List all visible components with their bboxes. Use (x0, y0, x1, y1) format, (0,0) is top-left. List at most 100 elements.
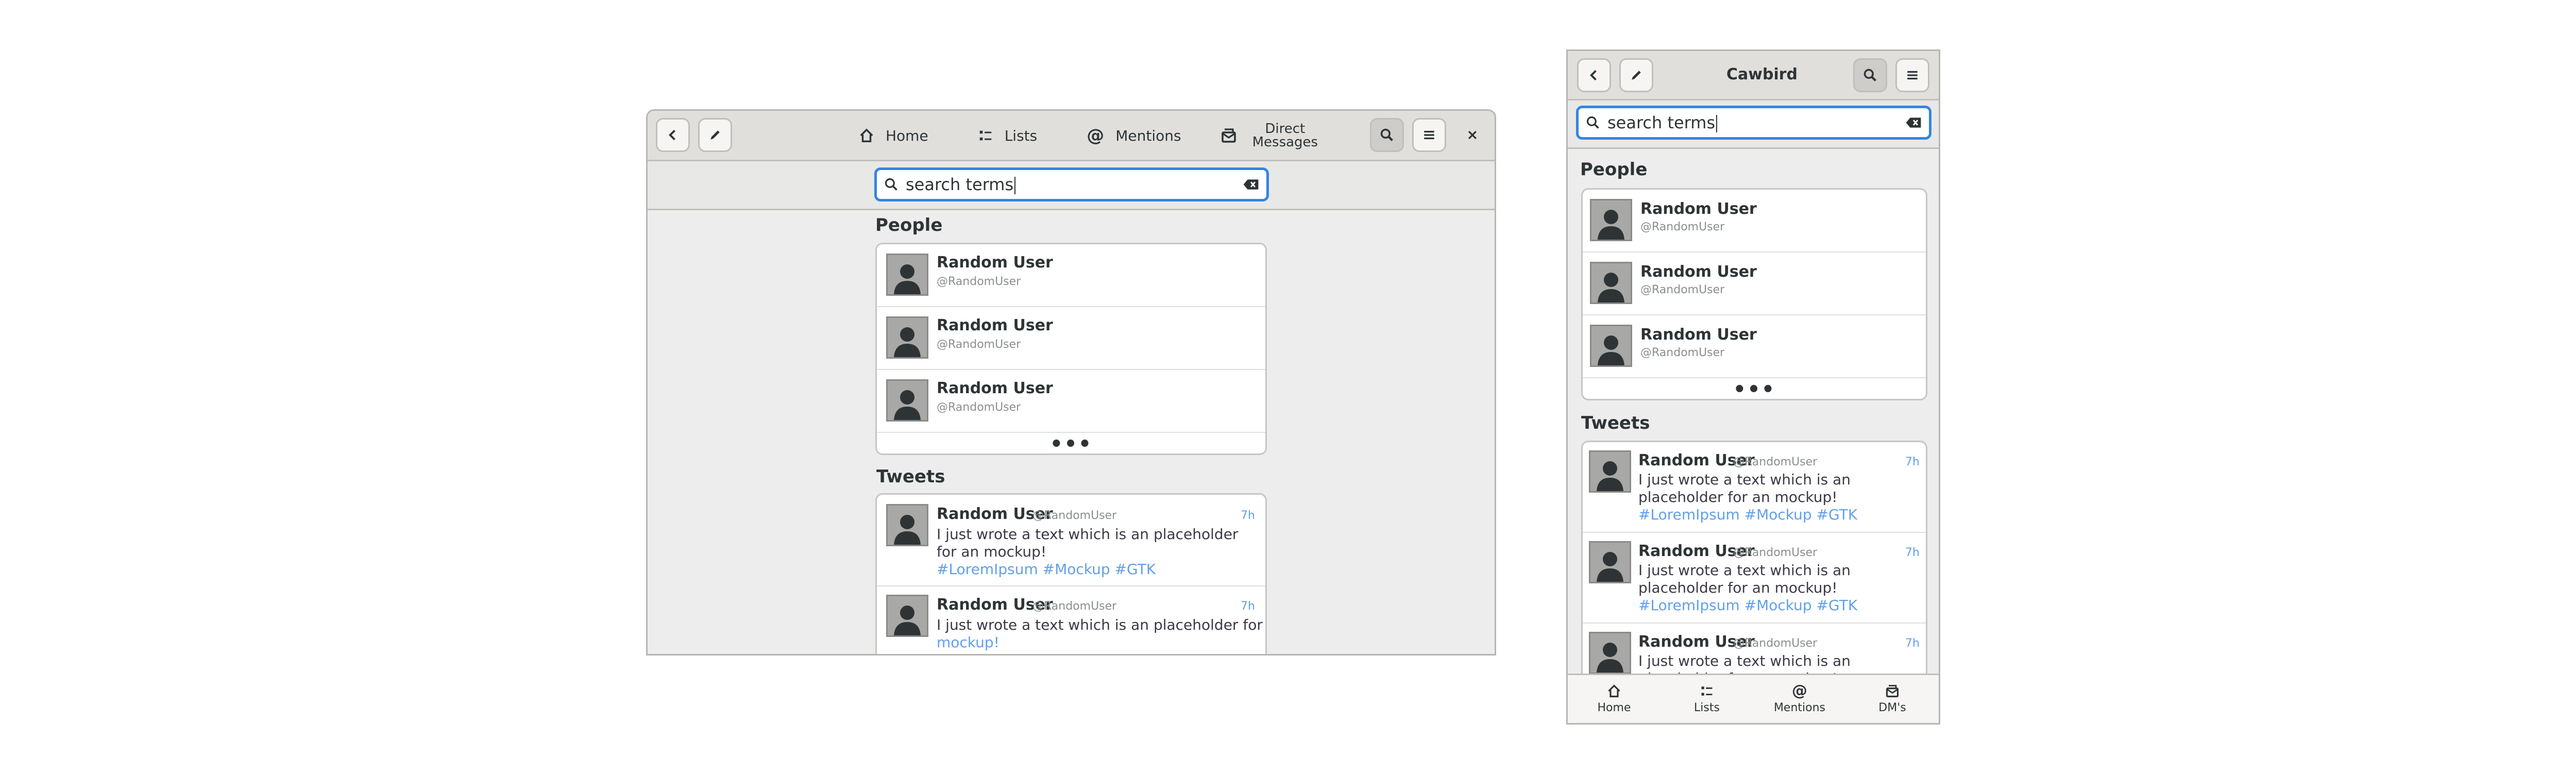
people-heading: People (1580, 159, 1648, 180)
search-toggle-button[interactable] (1853, 58, 1887, 92)
more-people-button[interactable]: ••• (1583, 378, 1926, 400)
tab-direct-messages[interactable]: Direct Messages (1221, 122, 1318, 149)
search-bar: search terms (1568, 100, 1939, 149)
close-button[interactable] (1459, 121, 1486, 149)
avatar (1590, 325, 1632, 367)
tweet-item[interactable]: Random User @RandomUser 7h I just wrote … (877, 586, 1265, 654)
tweet-handle: @RandomUser (1032, 600, 1117, 613)
tweet-hashtags[interactable]: #LoremIpsum #Mockup #GTK (1638, 597, 1857, 614)
search-icon (885, 178, 897, 191)
tab-lists-label: Lists (1694, 701, 1720, 714)
tab-mentions[interactable]: @ Mentions (1087, 125, 1181, 146)
tab-home-label: Home (1597, 701, 1631, 714)
back-icon (669, 129, 675, 141)
bottom-view-switcher: Home Lists @ Mentions DM's (1568, 674, 1939, 723)
list-item[interactable]: Random User @RandomUser (877, 370, 1265, 433)
user-handle: @RandomUser (937, 401, 1021, 414)
avatar (886, 254, 928, 296)
tweets-heading: Tweets (876, 466, 945, 487)
tweet-hashtags[interactable]: #LoremIpsum #Mockup #GTK (937, 561, 1156, 578)
tweet-time[interactable]: 7h (1905, 637, 1920, 650)
narrow-window: Cawbird search terms People Random User … (1566, 49, 1940, 725)
tweet-time[interactable]: 7h (1241, 509, 1255, 522)
tweet-item[interactable]: Random User @RandomUser 7h I just wrote … (877, 495, 1265, 586)
avatar (1590, 199, 1632, 241)
user-handle: @RandomUser (1640, 221, 1725, 233)
avatar (1589, 632, 1631, 674)
avatar (886, 595, 928, 637)
back-button[interactable] (1577, 58, 1611, 92)
tab-lists[interactable]: Lists (978, 127, 1037, 144)
tweet-text: I just wrote a text which is an placehol… (1638, 471, 1851, 506)
tab-home[interactable]: Home (859, 127, 928, 144)
search-icon (1380, 128, 1393, 141)
people-list: Random User @RandomUser Random User @Ran… (875, 243, 1267, 455)
menu-button[interactable] (1895, 58, 1929, 92)
search-field[interactable]: search terms (1576, 106, 1931, 140)
tweet-item[interactable]: Random User @RandomUser 7h I just wrote … (1583, 533, 1926, 624)
search-field[interactable]: search terms (874, 167, 1269, 201)
tab-home-label: Home (886, 127, 928, 144)
headerbar: Cawbird (1568, 51, 1939, 100)
avatar-icon (1598, 335, 1624, 365)
tweets-list: Random User @RandomUser 7h I just wrote … (875, 493, 1267, 654)
avatar (1589, 450, 1631, 493)
list-item[interactable]: Random User @RandomUser (877, 244, 1265, 307)
tweet-link[interactable]: mockup! (937, 634, 999, 651)
edit-icon (1632, 71, 1641, 80)
list-item[interactable]: Random User @RandomUser (1583, 253, 1926, 315)
tweet-time[interactable]: 7h (1905, 546, 1920, 559)
search-input[interactable]: search terms (906, 175, 1243, 194)
more-people-button[interactable]: ••• (877, 432, 1265, 455)
user-handle: @RandomUser (937, 338, 1021, 351)
avatar (886, 379, 928, 422)
user-name: Random User (1640, 326, 1757, 344)
tweet-time[interactable]: 7h (1905, 456, 1920, 468)
tab-home[interactable]: Home (1568, 675, 1660, 723)
avatar-icon (894, 390, 921, 420)
avatar (1590, 262, 1632, 304)
list-item[interactable]: Random User @RandomUser (1583, 190, 1926, 253)
more-icon: ••• (1733, 378, 1776, 400)
compose-button[interactable] (698, 118, 732, 152)
tweets-heading: Tweets (1581, 413, 1650, 433)
tweet-item[interactable]: Random User @RandomUser 7h I just wrote … (1583, 624, 1926, 678)
search-bar: search terms (648, 161, 1495, 210)
user-handle: @RandomUser (1640, 346, 1725, 359)
menu-button[interactable] (1412, 118, 1446, 152)
tweet-handle: @RandomUser (1733, 546, 1818, 559)
people-heading: People (875, 215, 943, 236)
back-button[interactable] (656, 118, 690, 152)
tab-mentions[interactable]: @ Mentions (1753, 675, 1846, 723)
back-icon (1590, 70, 1597, 81)
tab-lists[interactable]: Lists (1660, 675, 1753, 723)
search-toggle-button[interactable] (1370, 118, 1404, 152)
avatar-icon (894, 606, 921, 635)
tab-direct-messages[interactable]: DM's (1846, 675, 1939, 723)
user-name: Random User (937, 316, 1053, 334)
home-icon (1608, 684, 1620, 698)
more-icon: ••• (1049, 432, 1093, 455)
tweet-item[interactable]: Random User @RandomUser 7h I just wrote … (1583, 442, 1926, 533)
menu-icon (1907, 71, 1918, 80)
mentions-icon: @ (1792, 682, 1807, 700)
compose-button[interactable] (1619, 58, 1653, 92)
tweet-time[interactable]: 7h (1241, 600, 1255, 613)
tweet-hashtags[interactable]: #LoremIpsum #Mockup #GTK (1638, 506, 1857, 523)
search-input[interactable]: search terms (1607, 113, 1905, 132)
clear-icon[interactable] (1243, 178, 1259, 191)
list-item[interactable]: Random User @RandomUser (877, 307, 1265, 370)
avatar (886, 504, 928, 546)
clear-icon[interactable] (1905, 116, 1922, 129)
tab-direct-messages-label: DM's (1878, 701, 1906, 714)
view-switcher: Home Lists @ Mentions Direct Messages (859, 120, 1318, 151)
edit-icon (710, 130, 720, 140)
tweet-handle: @RandomUser (1032, 509, 1117, 522)
home-icon (860, 128, 873, 142)
list-item[interactable]: Random User @RandomUser (1583, 315, 1926, 378)
user-name: Random User (937, 254, 1053, 272)
avatar-icon (894, 327, 921, 357)
avatar-icon (1597, 643, 1623, 673)
avatar-icon (1597, 461, 1623, 491)
avatar (1589, 541, 1631, 583)
